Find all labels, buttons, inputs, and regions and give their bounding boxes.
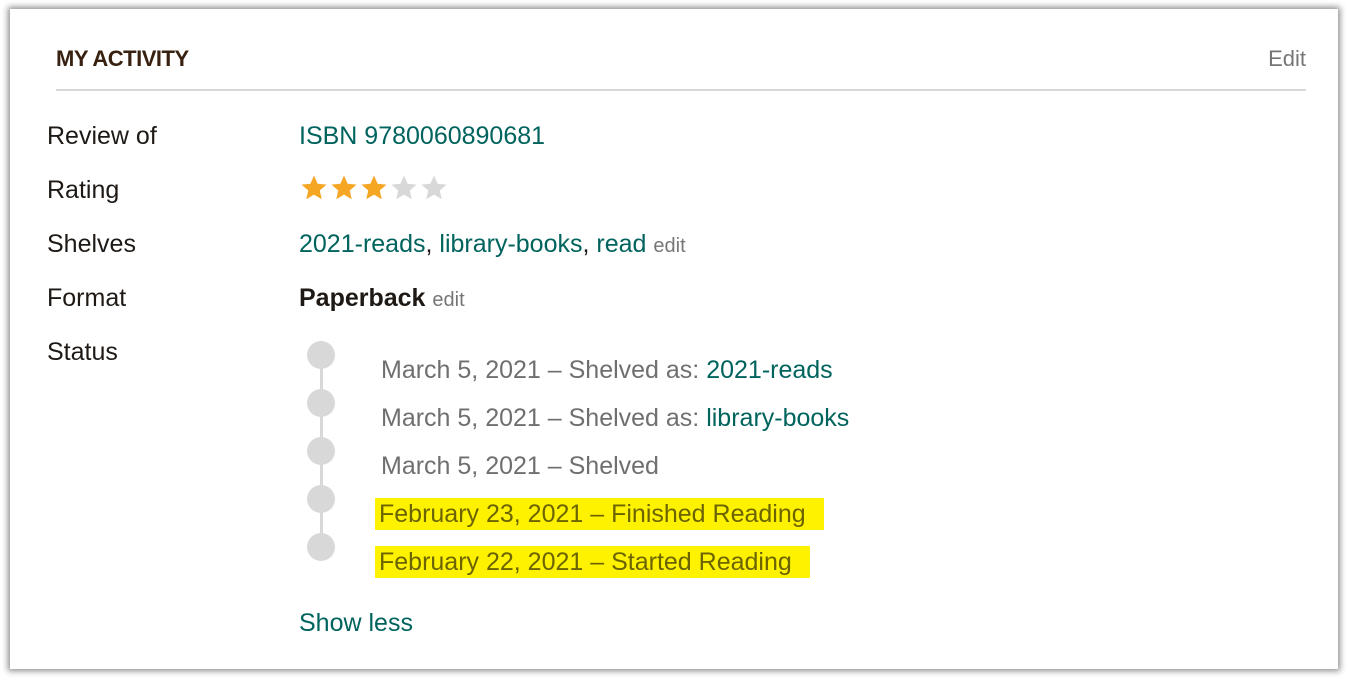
star-rating[interactable]	[299, 173, 449, 203]
edit-shelves-link[interactable]: edit	[653, 235, 685, 257]
shelf-separator: ,	[425, 230, 440, 258]
event-date-action: March 5, 2021 – Shelved as:	[381, 356, 707, 384]
status-label: Status	[47, 338, 118, 366]
format-value: Paperback edit	[299, 282, 465, 316]
show-less-link[interactable]: Show less	[299, 607, 413, 639]
star-filled-icon[interactable]	[329, 173, 359, 203]
event-date-action: February 23, 2021 – Finished Reading	[379, 500, 806, 528]
shelf-link-read[interactable]: read	[596, 230, 646, 258]
timeline-text: March 5, 2021 – Shelved as: 2021-reads	[381, 354, 833, 386]
event-shelf-link[interactable]: library-books	[706, 404, 849, 432]
event-date-action: March 5, 2021 – Shelved as:	[381, 404, 707, 432]
timeline-text: March 5, 2021 – Shelved	[381, 450, 659, 482]
star-filled-icon[interactable]	[299, 173, 329, 203]
timeline-text: March 5, 2021 – Shelved as: library-book…	[381, 402, 849, 434]
shelves-label: Shelves	[47, 230, 136, 258]
activity-header: MY ACTIVITY Edit	[56, 45, 1306, 91]
timeline-dot-icon	[307, 341, 335, 369]
star-empty-icon[interactable]	[389, 173, 419, 203]
event-text: March 5, 2021 – Shelved as: 2021-reads	[381, 356, 833, 384]
timeline-dot-icon	[307, 437, 335, 465]
isbn-link[interactable]: ISBN 9780060890681	[299, 120, 545, 152]
timeline-item: March 5, 2021 – Shelved	[306, 436, 1006, 480]
edit-format-link[interactable]: edit	[432, 289, 464, 311]
timeline-text: February 22, 2021 – Started Reading	[375, 546, 810, 578]
shelf-separator: ,	[582, 230, 597, 258]
section-title: MY ACTIVITY	[56, 46, 189, 71]
event-text: March 5, 2021 – Shelved	[381, 452, 659, 480]
shelf-link-library-books[interactable]: library-books	[439, 230, 582, 258]
timeline-dot-icon	[307, 533, 335, 561]
highlighted-event: February 23, 2021 – Finished Reading	[375, 498, 824, 530]
timeline-item: March 5, 2021 – Shelved as: library-book…	[306, 388, 1006, 432]
format-name: Paperback	[299, 284, 426, 312]
timeline-item: February 23, 2021 – Finished Reading	[306, 484, 1006, 530]
review-of-label: Review of	[47, 122, 157, 150]
event-date-action: March 5, 2021 – Shelved	[381, 452, 659, 480]
shelf-link-2021-reads[interactable]: 2021-reads	[299, 230, 425, 258]
edit-activity-link[interactable]: Edit	[1268, 45, 1306, 73]
timeline-item: February 22, 2021 – Started Reading	[306, 532, 1006, 578]
timeline-item: March 5, 2021 – Shelved as: 2021-reads	[306, 340, 1006, 384]
star-empty-icon[interactable]	[419, 173, 449, 203]
event-date-action: February 22, 2021 – Started Reading	[379, 548, 792, 576]
highlighted-event: February 22, 2021 – Started Reading	[375, 546, 810, 578]
format-label: Format	[47, 284, 127, 312]
star-filled-icon[interactable]	[359, 173, 389, 203]
timeline-dot-icon	[307, 389, 335, 417]
timeline-dot-icon	[307, 485, 335, 513]
shelves-value: 2021-reads, library-books, read edit	[299, 228, 686, 262]
event-shelf-link[interactable]: 2021-reads	[706, 356, 832, 384]
rating-label: Rating	[47, 176, 120, 204]
event-text: March 5, 2021 – Shelved as: library-book…	[381, 404, 849, 432]
status-timeline: March 5, 2021 – Shelved as: 2021-reads Ma…	[306, 340, 1006, 580]
timeline-text: February 23, 2021 – Finished Reading	[375, 498, 824, 530]
